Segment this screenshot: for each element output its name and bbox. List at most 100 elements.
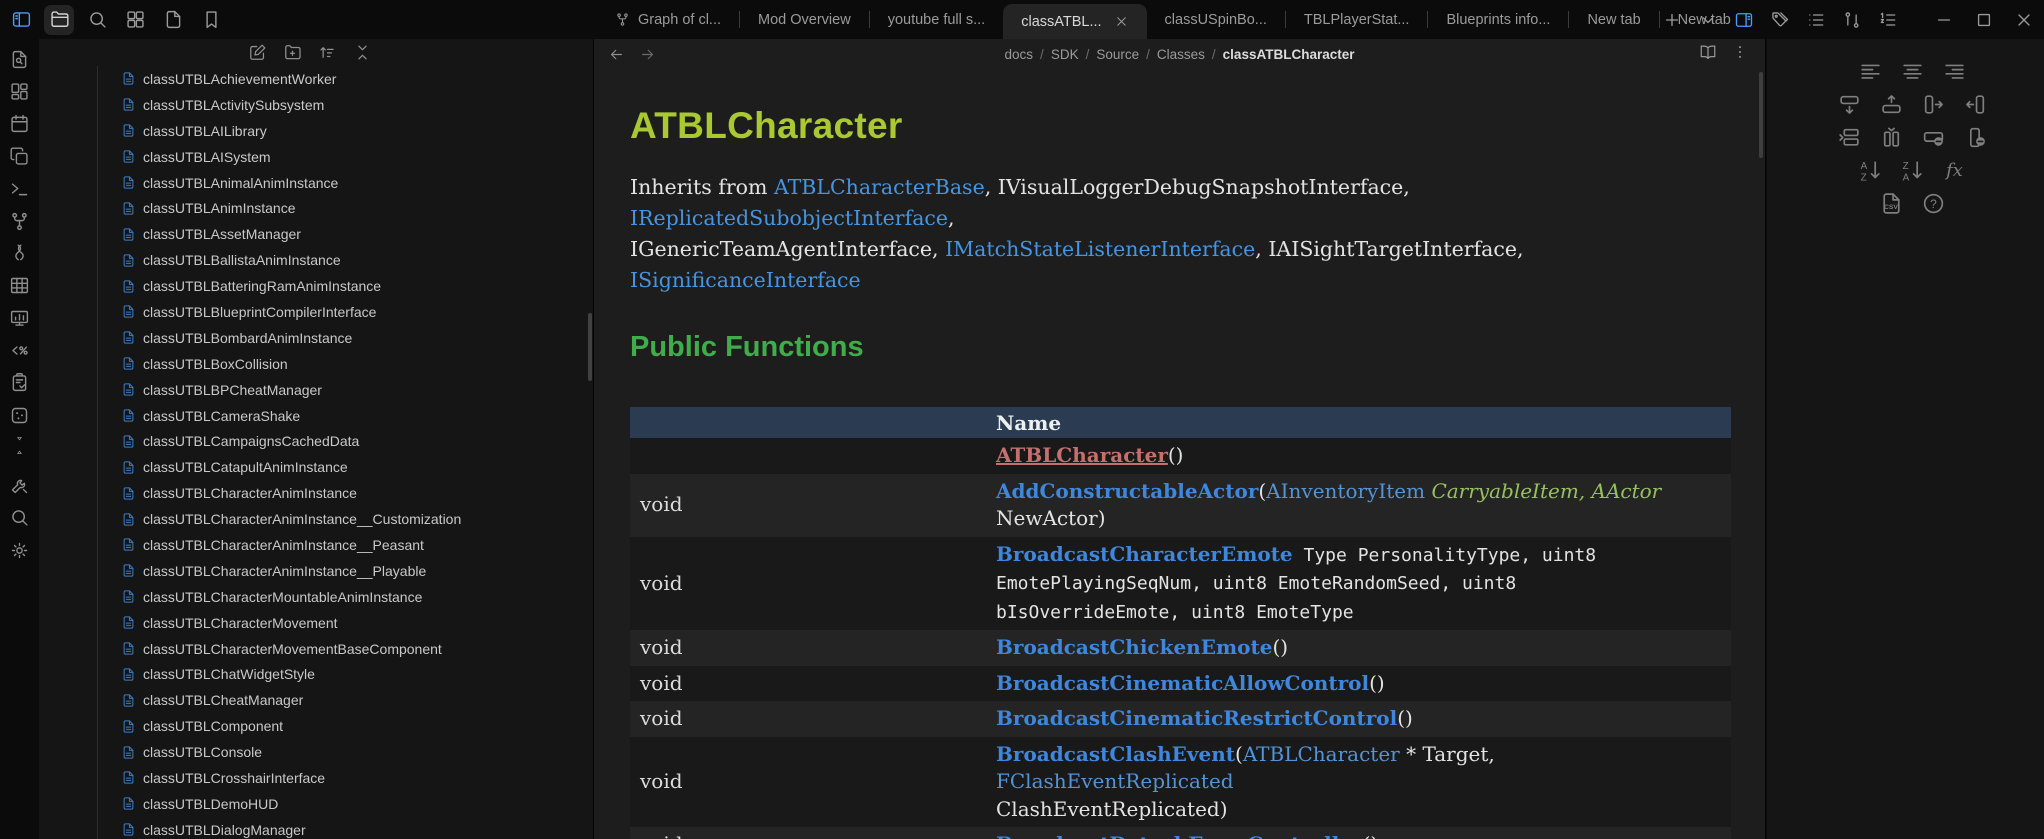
toggle-left-sidebar-button[interactable]: [6, 5, 36, 35]
reading-view-button[interactable]: [1699, 43, 1717, 66]
breadcrumb-segment[interactable]: SDK: [1051, 47, 1079, 62]
ribbon-copy-button[interactable]: [8, 144, 32, 168]
doc-link[interactable]: ATBLCharacterBase: [774, 175, 985, 199]
files-button[interactable]: [44, 4, 74, 35]
ribbon-dashboard-button[interactable]: [8, 80, 32, 104]
file-tree-item[interactable]: classUTBLCharacterMovementBaseComponent: [39, 636, 593, 662]
ribbon-search-button[interactable]: [8, 506, 32, 530]
move-col-button[interactable]: [1879, 124, 1905, 150]
tab-new-tab[interactable]: New tab: [1569, 0, 1658, 39]
breadcrumb-segment[interactable]: Source: [1096, 47, 1139, 62]
tab-blueprints-info[interactable]: Blueprints info...: [1428, 0, 1568, 39]
doc-link[interactable]: ISignificanceInterface: [630, 268, 861, 292]
file-tree-item[interactable]: classUTBLCameraShake: [39, 403, 593, 429]
tab-classatbl[interactable]: classATBL...: [1003, 4, 1147, 39]
insert-row-below-button[interactable]: [1837, 91, 1863, 117]
doc-link[interactable]: BroadcastClashEvent: [996, 742, 1235, 766]
file-tree-item[interactable]: classUTBLCharacterMountableAnimInstance: [39, 584, 593, 610]
ribbon-settings-button[interactable]: [8, 538, 32, 562]
doc-link[interactable]: BroadcastChickenEmote: [996, 635, 1272, 659]
ribbon-terminal-button[interactable]: [8, 177, 32, 201]
file-tree-item[interactable]: classUTBLDialogManager: [39, 817, 593, 839]
ribbon-dice-button[interactable]: [8, 403, 32, 427]
ribbon-scroll-down-button[interactable]: [8, 433, 32, 445]
doc-link[interactable]: BroadcastCharacterEmote: [996, 542, 1293, 566]
explorer-new-folder-button[interactable]: [282, 41, 304, 63]
tab-close-button[interactable]: [1114, 14, 1129, 29]
sort-az-button[interactable]: AZ: [1858, 157, 1884, 183]
doc-link[interactable]: BroadcastCinematicAllowControl: [996, 671, 1369, 695]
numbered-list-button[interactable]: [1878, 10, 1898, 30]
file-tree-item[interactable]: classUTBLAILibrary: [39, 118, 593, 144]
ribbon-spiral-button[interactable]: [8, 241, 32, 265]
file-tree-item[interactable]: classUTBLBPCheatManager: [39, 377, 593, 403]
ribbon-table-button[interactable]: [8, 274, 32, 298]
ribbon-scroll-up-button[interactable]: [8, 447, 32, 459]
tags-button[interactable]: [1770, 10, 1790, 30]
explorer-collapse-all-button[interactable]: [352, 41, 374, 63]
ribbon-tools-button[interactable]: [8, 474, 32, 498]
doc-link[interactable]: BroadcastCinematicRestrictControl: [996, 706, 1397, 730]
file-tree-item[interactable]: classUTBLAnimInstance: [39, 195, 593, 221]
file-tree-item[interactable]: classUTBLDemoHUD: [39, 791, 593, 817]
file-tree-item[interactable]: classUTBLBoxCollision: [39, 351, 593, 377]
toggle-right-sidebar-button[interactable]: [1734, 10, 1754, 30]
bookmarks-button[interactable]: [196, 5, 226, 35]
doc-link[interactable]: IMatchStateListenerInterface: [945, 237, 1255, 261]
ribbon-clipboard-check-button[interactable]: [8, 371, 32, 395]
more-options-button[interactable]: [1731, 43, 1749, 66]
file-tree-item[interactable]: classUTBLCheatManager: [39, 687, 593, 713]
explorer-sort-order-button[interactable]: [317, 41, 339, 63]
file-tree-item[interactable]: classUTBLCatapultAnimInstance: [39, 454, 593, 480]
file-tree-item[interactable]: classUTBLCharacterAnimInstance__Playable: [39, 558, 593, 584]
outline-button[interactable]: [1806, 10, 1826, 30]
ribbon-code-percent-button[interactable]: [8, 339, 32, 363]
file-tree-item[interactable]: classUTBLCharacterMovement: [39, 610, 593, 636]
ribbon-calendar-button[interactable]: [8, 112, 32, 136]
file-tree-item[interactable]: classUTBLConsole: [39, 739, 593, 765]
insert-col-left-button[interactable]: [1963, 91, 1989, 117]
explorer-scrollbar[interactable]: [588, 313, 592, 381]
align-center-button[interactable]: [1900, 58, 1926, 84]
graph-button[interactable]: [1842, 10, 1862, 30]
file-tree-item[interactable]: classUTBLBallistaAnimInstance: [39, 247, 593, 273]
file-tree-item[interactable]: classUTBLCharacterAnimInstance__Peasant: [39, 532, 593, 558]
delete-col-button[interactable]: [1963, 124, 1989, 150]
new-note-button[interactable]: [158, 5, 188, 35]
file-tree-item[interactable]: classUTBLCharacterAnimInstance: [39, 480, 593, 506]
ribbon-file-search-button[interactable]: [8, 47, 32, 71]
doc-link[interactable]: AInventoryItem: [1266, 479, 1425, 503]
export-csv-button[interactable]: CSV: [1879, 190, 1905, 216]
content-scrollbar[interactable]: [1759, 72, 1763, 158]
tab-list-button[interactable]: [1698, 10, 1718, 30]
tab-tblplayerstat[interactable]: TBLPlayerStat...: [1286, 0, 1428, 39]
tab-graph-of-cl[interactable]: Graph of cl...: [597, 0, 739, 39]
file-tree-item[interactable]: classUTBLAssetManager: [39, 221, 593, 247]
formula-button[interactable]: fx: [1942, 157, 1968, 183]
workspaces-button[interactable]: [120, 5, 150, 35]
file-tree-item[interactable]: classUTBLComponent: [39, 713, 593, 739]
sort-za-button[interactable]: ZA: [1900, 157, 1926, 183]
file-tree-item[interactable]: classUTBLBlueprintCompilerInterface: [39, 299, 593, 325]
file-tree-item[interactable]: classUTBLAISystem: [39, 144, 593, 170]
file-tree-item[interactable]: classUTBLActivitySubsystem: [39, 92, 593, 118]
file-tree-item[interactable]: classUTBLAchievementWorker: [39, 66, 593, 92]
ribbon-git-fork-button[interactable]: [8, 209, 32, 233]
quick-switcher-button[interactable]: [82, 5, 112, 35]
breadcrumb-segment[interactable]: docs: [1005, 47, 1034, 62]
maximize-button[interactable]: [1974, 10, 1994, 30]
file-tree-item[interactable]: classUTBLCrosshairInterface: [39, 765, 593, 791]
doc-link[interactable]: AddConstructableActor: [996, 479, 1258, 503]
breadcrumb-segment[interactable]: Classes: [1157, 47, 1205, 62]
tab-youtube-full-s[interactable]: youtube full s...: [870, 0, 1004, 39]
align-right-button[interactable]: [1942, 58, 1968, 84]
file-tree-item[interactable]: classUTBLAnimalAnimInstance: [39, 170, 593, 196]
move-row-button[interactable]: [1837, 124, 1863, 150]
doc-link[interactable]: IReplicatedSubobjectInterface: [630, 206, 948, 230]
doc-link[interactable]: ATBLCharacter: [996, 443, 1168, 467]
doc-link[interactable]: BroadcastDetachFromController: [996, 832, 1363, 839]
insert-col-right-button[interactable]: [1921, 91, 1947, 117]
ribbon-presentation-chart-button[interactable]: [8, 306, 32, 330]
file-tree-item[interactable]: classUTBLBatteringRamAnimInstance: [39, 273, 593, 299]
align-left-button[interactable]: [1858, 58, 1884, 84]
